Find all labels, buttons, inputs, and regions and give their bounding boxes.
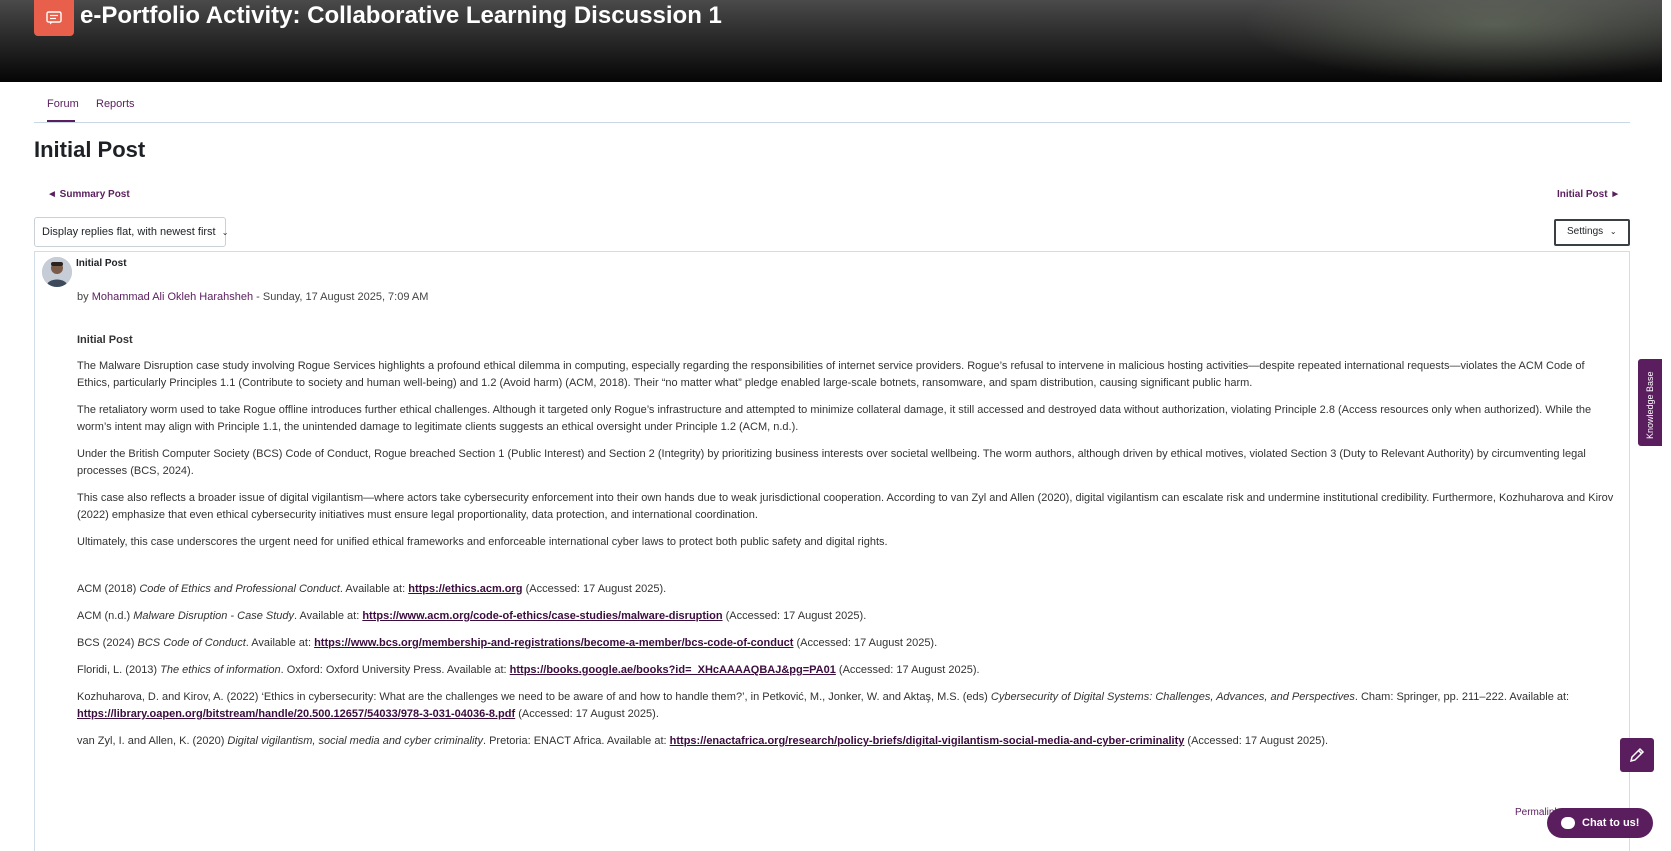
- reference-accessed: (Accessed: 17 August 2025).: [793, 637, 938, 649]
- reference-accessed: (Accessed: 17 August 2025).: [835, 664, 980, 676]
- reference-item: Kozhuharova, D. and Kirov, A. (2022) ‘Et…: [77, 689, 1617, 723]
- post-date: - Sunday, 17 August 2025, 7:09 AM: [253, 291, 429, 303]
- chevron-down-icon: ⌄: [221, 228, 229, 237]
- settings-label: Settings: [1567, 226, 1604, 237]
- page-title: Initial Post: [34, 137, 146, 162]
- reference-source: . Cham: Springer, pp. 211–222. Available…: [1354, 691, 1570, 703]
- reference-accessed: (Accessed: 17 August 2025).: [515, 708, 659, 720]
- reference-authors: BCS (2024): [77, 637, 138, 649]
- reference-title: Digital vigilantism, social media and cy…: [227, 735, 483, 747]
- chat-bubble-icon: [1561, 817, 1575, 829]
- display-mode-value: Display replies flat, with newest first: [42, 226, 216, 238]
- reference-authors: van Zyl, I. and Allen, K. (2020): [77, 735, 228, 747]
- post-content-heading: Initial Post: [77, 334, 133, 346]
- reference-authors: ACM (n.d.): [77, 610, 134, 622]
- reference-title: Malware Disruption - Case Study: [133, 610, 295, 622]
- reference-source: . Pretoria: ENACT Africa. Available at:: [482, 735, 670, 747]
- post-paragraph: Under the British Computer Society (BCS)…: [77, 448, 1586, 477]
- byline-prefix: by: [77, 291, 89, 303]
- reference-link[interactable]: https://www.acm.org/code-of-ethics/case-…: [362, 610, 722, 622]
- pencil-icon: [1629, 747, 1645, 763]
- reference-title: The ethics of information: [160, 664, 281, 676]
- post-paragraph: The retaliatory worm used to take Rogue …: [77, 404, 1592, 433]
- forum-post: Initial Post by Mohammad Ali Okleh Harah…: [34, 251, 1630, 851]
- chat-button[interactable]: Chat to us!: [1547, 808, 1653, 838]
- next-discussion-link[interactable]: Initial Post ►: [1557, 189, 1620, 200]
- reference-item: ACM (n.d.) Malware Disruption - Case Stu…: [77, 608, 1617, 625]
- page-header-banner: e-Portfolio Activity: Collaborative Lear…: [0, 0, 1662, 82]
- secondary-navigation: Forum Reports: [34, 82, 1630, 123]
- settings-button[interactable]: Settings ⌄: [1554, 219, 1630, 246]
- reference-list: ACM (2018) Code of Ethics and Profession…: [77, 581, 1617, 750]
- reference-link[interactable]: https://www.bcs.org/membership-and-regis…: [314, 637, 793, 649]
- display-mode-select[interactable]: Display replies flat, with newest first …: [34, 217, 229, 247]
- reference-source: . Available at:: [245, 637, 315, 649]
- activity-title: e-Portfolio Activity: Collaborative Lear…: [80, 2, 722, 29]
- forum-activity-icon: [34, 0, 74, 36]
- reference-source: . Available at:: [294, 610, 363, 622]
- knowledge-base-label: Knowledge Base: [1645, 371, 1655, 439]
- avatar[interactable]: [42, 257, 72, 287]
- reference-item: ACM (2018) Code of Ethics and Profession…: [77, 581, 1617, 598]
- edit-button[interactable]: [1620, 738, 1654, 772]
- author-link[interactable]: Mohammad Ali Okleh Harahsheh: [92, 291, 253, 303]
- post-content: Initial Post The Malware Disruption case…: [77, 332, 1617, 760]
- post-subject: Initial Post: [76, 258, 127, 269]
- active-tab-indicator: [47, 120, 75, 122]
- post-paragraph: Ultimately, this case underscores the ur…: [77, 536, 888, 548]
- reference-item: BCS (2024) BCS Code of Conduct. Availabl…: [77, 635, 1617, 652]
- reference-authors: ACM (2018): [77, 583, 140, 595]
- knowledge-base-tab[interactable]: Knowledge Base: [1638, 359, 1664, 446]
- reference-link[interactable]: https://books.google.ae/books?id=_XHcAAA…: [510, 664, 836, 676]
- reference-link[interactable]: https://enactafrica.org/research/policy-…: [670, 735, 1185, 747]
- tab-reports[interactable]: Reports: [96, 98, 135, 110]
- reference-title: Code of Ethics and Professional Conduct: [139, 583, 340, 595]
- previous-discussion-link[interactable]: ◄ Summary Post: [47, 189, 130, 200]
- post-paragraph: The Malware Disruption case study involv…: [77, 360, 1585, 389]
- reference-title: Cybersecurity of Digital Systems: Challe…: [990, 691, 1355, 703]
- reference-link[interactable]: https://ethics.acm.org: [408, 583, 522, 595]
- reference-authors: Floridi, L. (2013): [77, 664, 161, 676]
- reference-source: . Available at:: [339, 583, 409, 595]
- tab-forum[interactable]: Forum: [47, 98, 79, 110]
- window-edge: [1662, 0, 1671, 832]
- reference-accessed: (Accessed: 17 August 2025).: [1184, 735, 1329, 747]
- chat-label: Chat to us!: [1582, 817, 1640, 829]
- post-byline: by Mohammad Ali Okleh Harahsheh - Sunday…: [77, 291, 428, 303]
- reference-authors: Kozhuharova, D. and Kirov, A. (2022) ‘Et…: [77, 691, 991, 703]
- reference-link[interactable]: https://library.oapen.org/bitstream/hand…: [77, 708, 515, 720]
- reference-accessed: (Accessed: 17 August 2025).: [522, 583, 667, 595]
- chevron-down-icon: ⌄: [1609, 227, 1617, 236]
- reference-title: BCS Code of Conduct: [137, 637, 246, 649]
- post-paragraph: This case also reflects a broader issue …: [77, 492, 1614, 521]
- reference-source: . Oxford: Oxford University Press. Avail…: [280, 664, 510, 676]
- reference-accessed: (Accessed: 17 August 2025).: [722, 610, 867, 622]
- reference-item: van Zyl, I. and Allen, K. (2020) Digital…: [77, 733, 1617, 750]
- reference-item: Floridi, L. (2013) The ethics of informa…: [77, 662, 1617, 679]
